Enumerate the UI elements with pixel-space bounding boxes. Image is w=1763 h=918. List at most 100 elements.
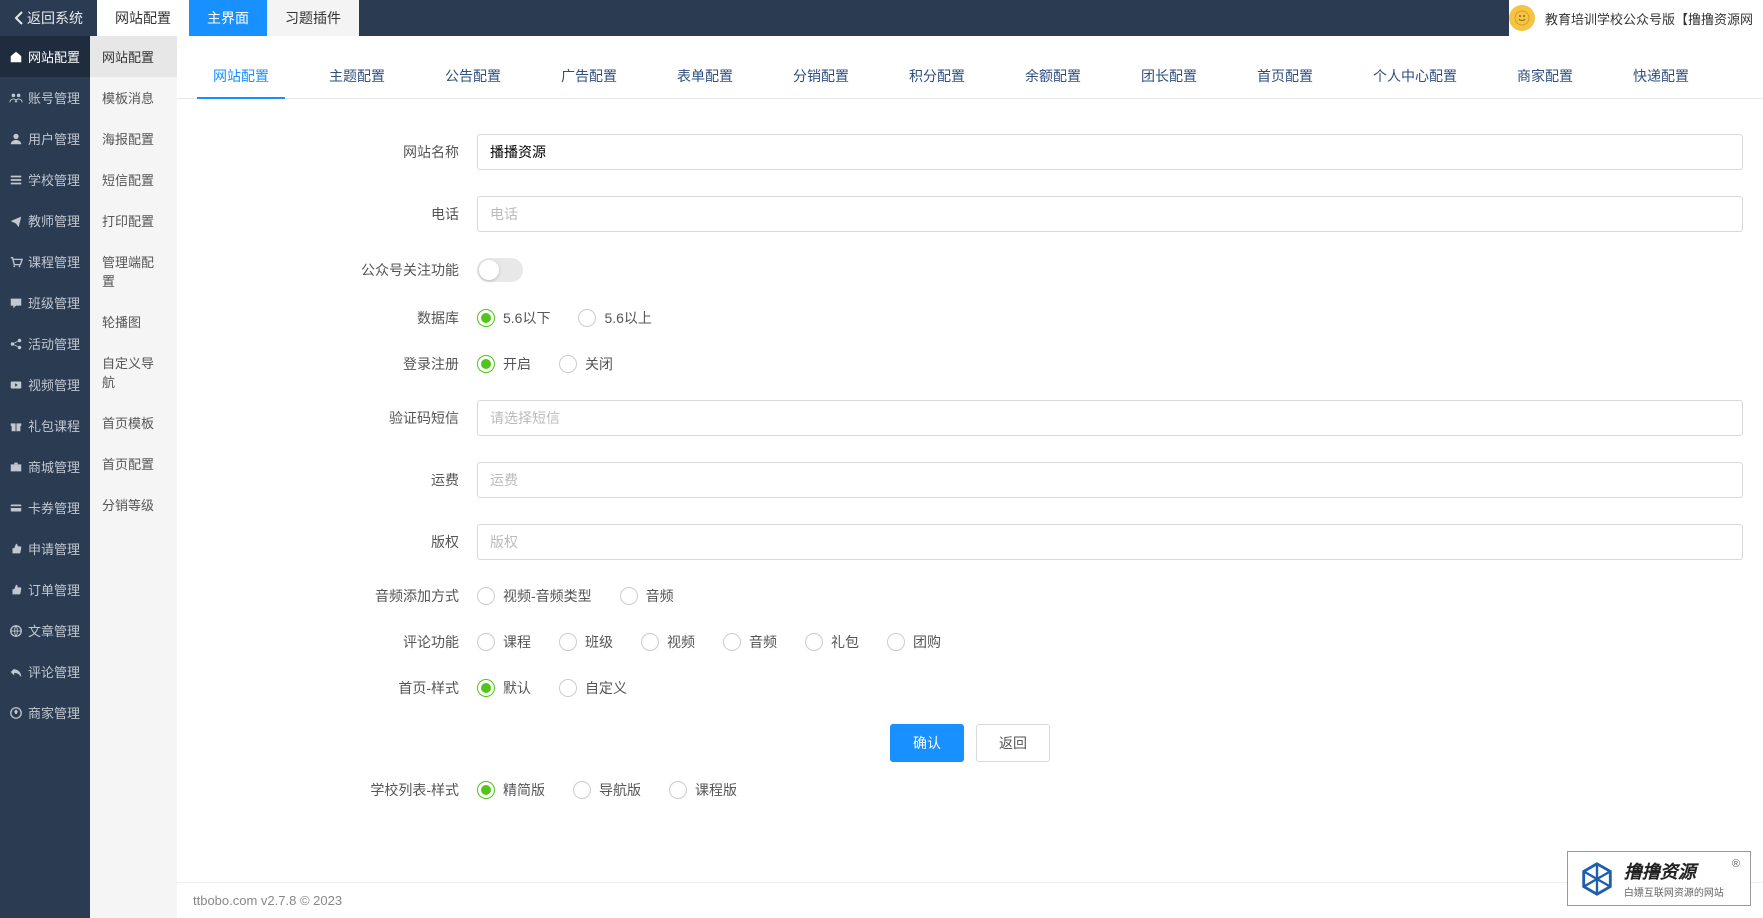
soccer-icon <box>9 706 23 720</box>
content-tab-1[interactable]: 主题配置 <box>313 54 401 98</box>
sidebar-l2-item-6[interactable]: 轮播图 <box>90 301 177 342</box>
input-shipping[interactable] <box>477 462 1743 498</box>
sidebar-l1-item-1[interactable]: 账号管理 <box>0 77 90 118</box>
label-audio: 音频添加方式 <box>197 586 477 606</box>
sidebar-l1-item-3[interactable]: 学校管理 <box>0 159 90 200</box>
toggle-follow[interactable] <box>477 258 523 282</box>
sidebar-l2-item-0[interactable]: 网站配置 <box>90 36 177 77</box>
users-icon <box>9 91 23 105</box>
content-tab-10[interactable]: 个人中心配置 <box>1357 54 1473 98</box>
confirm-button[interactable]: 确认 <box>890 724 964 762</box>
sidebar-l2-item-2[interactable]: 海报配置 <box>90 118 177 159</box>
content-tab-12[interactable]: 快递配置 <box>1617 54 1705 98</box>
content-tab-8[interactable]: 团长配置 <box>1125 54 1213 98</box>
sidebar-l1-item-8[interactable]: 视频管理 <box>0 364 90 405</box>
sidebar-l1-item-0[interactable]: 网站配置 <box>0 36 90 77</box>
plane-icon <box>9 214 23 228</box>
content-tab-5[interactable]: 分销配置 <box>777 54 865 98</box>
form-row-database: 数据库 5.6以下5.6以上 <box>197 308 1743 328</box>
radio-circle <box>805 633 823 651</box>
radio-comment-5[interactable]: 团购 <box>887 632 941 652</box>
sidebar-l2-item-1[interactable]: 模板消息 <box>90 77 177 118</box>
top-tab-main-interface[interactable]: 主界面 <box>189 0 267 36</box>
input-phone[interactable] <box>477 196 1743 232</box>
top-tab-site-config[interactable]: 网站配置 <box>97 0 189 36</box>
sidebar-l1-label: 评论管理 <box>28 662 80 681</box>
sidebar-l1-item-13[interactable]: 订单管理 <box>0 569 90 610</box>
content-tab-6[interactable]: 积分配置 <box>893 54 981 98</box>
sidebar-l1-item-14[interactable]: 文章管理 <box>0 610 90 651</box>
sidebar-l1-item-10[interactable]: 商城管理 <box>0 446 90 487</box>
radio-label: 课程版 <box>695 780 737 800</box>
content-tab-7[interactable]: 余额配置 <box>1009 54 1097 98</box>
sidebar-l1-item-7[interactable]: 活动管理 <box>0 323 90 364</box>
sidebar-l1-item-15[interactable]: 评论管理 <box>0 651 90 692</box>
form-area: 网站名称 电话 公众号关注功能 数据库 5.6以下5.6以上 登录注册 开启关闭 <box>177 99 1763 882</box>
radio-audio_add-0[interactable]: 视频-音频类型 <box>477 586 592 606</box>
input-site-name[interactable] <box>477 134 1743 170</box>
form-row-audio: 音频添加方式 视频-音频类型 音频 <box>197 586 1743 606</box>
main-area: 网站配置主题配置公告配置广告配置表单配置分销配置积分配置余额配置团长配置首页配置… <box>177 36 1763 918</box>
radio-circle <box>669 781 687 799</box>
radio-label: 5.6以上 <box>604 308 651 328</box>
content-tab-0[interactable]: 网站配置 <box>197 54 285 98</box>
sidebar-l1-item-11[interactable]: 卡券管理 <box>0 487 90 528</box>
radio-home_style-0[interactable]: 默认 <box>477 678 531 698</box>
input-copyright[interactable] <box>477 524 1743 560</box>
content-tab-3[interactable]: 广告配置 <box>545 54 633 98</box>
sidebar-l1-label: 网站配置 <box>28 47 80 66</box>
radio-label: 精简版 <box>503 780 545 800</box>
radio-database-0[interactable]: 5.6以下 <box>477 308 550 328</box>
briefcase-icon <box>9 460 23 474</box>
watermark-sub: 白嫖互联网资源的网站 <box>1624 884 1724 899</box>
radio-comment-3[interactable]: 音频 <box>723 632 777 652</box>
content-tab-4[interactable]: 表单配置 <box>661 54 749 98</box>
radio-circle <box>477 679 495 697</box>
radio-home_style-1[interactable]: 自定义 <box>559 678 627 698</box>
label-home-style: 首页-样式 <box>197 678 477 698</box>
radio-label: 默认 <box>503 678 531 698</box>
sidebar-l1-label: 商家管理 <box>28 703 80 722</box>
radio-comment-4[interactable]: 礼包 <box>805 632 859 652</box>
radio-comment-1[interactable]: 班级 <box>559 632 613 652</box>
radio-school_list_style-2[interactable]: 课程版 <box>669 780 737 800</box>
content-tab-9[interactable]: 首页配置 <box>1241 54 1329 98</box>
sidebar-l1-item-5[interactable]: 课程管理 <box>0 241 90 282</box>
sidebar-l2-item-9[interactable]: 首页配置 <box>90 443 177 484</box>
radio-label: 音频 <box>646 586 674 606</box>
sidebar-l1-item-16[interactable]: 商家管理 <box>0 692 90 733</box>
content-tab-2[interactable]: 公告配置 <box>429 54 517 98</box>
gift-icon <box>9 419 23 433</box>
return-button[interactable]: 返回 <box>976 724 1050 762</box>
sidebar-l2-item-10[interactable]: 分销等级 <box>90 484 177 525</box>
radio-database-1[interactable]: 5.6以上 <box>578 308 651 328</box>
radio-comment-2[interactable]: 视频 <box>641 632 695 652</box>
bars-icon <box>9 173 23 187</box>
sidebar-l2-item-5[interactable]: 管理端配置 <box>90 241 177 301</box>
avatar[interactable] <box>1509 5 1535 31</box>
radio-login_register-0[interactable]: 开启 <box>477 354 531 374</box>
sidebar-l1-item-2[interactable]: 用户管理 <box>0 118 90 159</box>
sidebar-l1-label: 班级管理 <box>28 293 80 312</box>
radio-label: 团购 <box>913 632 941 652</box>
sidebar-l1-item-4[interactable]: 教师管理 <box>0 200 90 241</box>
watermark-r: ® <box>1732 858 1740 870</box>
card-icon <box>9 501 23 515</box>
select-sms[interactable] <box>477 400 1743 436</box>
back-button[interactable]: 返回系统 <box>0 0 97 36</box>
sidebar-l1-item-12[interactable]: 申请管理 <box>0 528 90 569</box>
sidebar-l2-item-7[interactable]: 自定义导航 <box>90 342 177 402</box>
radio-login_register-1[interactable]: 关闭 <box>559 354 613 374</box>
sidebar-l2-item-3[interactable]: 短信配置 <box>90 159 177 200</box>
content-tab-11[interactable]: 商家配置 <box>1501 54 1589 98</box>
radio-school_list_style-1[interactable]: 导航版 <box>573 780 641 800</box>
sidebar-l2-item-4[interactable]: 打印配置 <box>90 200 177 241</box>
sidebar-l1-item-6[interactable]: 班级管理 <box>0 282 90 323</box>
sidebar-l2-item-8[interactable]: 首页模板 <box>90 402 177 443</box>
radio-audio_add-1[interactable]: 音频 <box>620 586 674 606</box>
top-tab-exercise-plugin[interactable]: 习题插件 <box>267 0 359 36</box>
radio-comment-0[interactable]: 课程 <box>477 632 531 652</box>
label-copyright: 版权 <box>197 532 477 552</box>
sidebar-l1-item-9[interactable]: 礼包课程 <box>0 405 90 446</box>
radio-school_list_style-0[interactable]: 精简版 <box>477 780 545 800</box>
